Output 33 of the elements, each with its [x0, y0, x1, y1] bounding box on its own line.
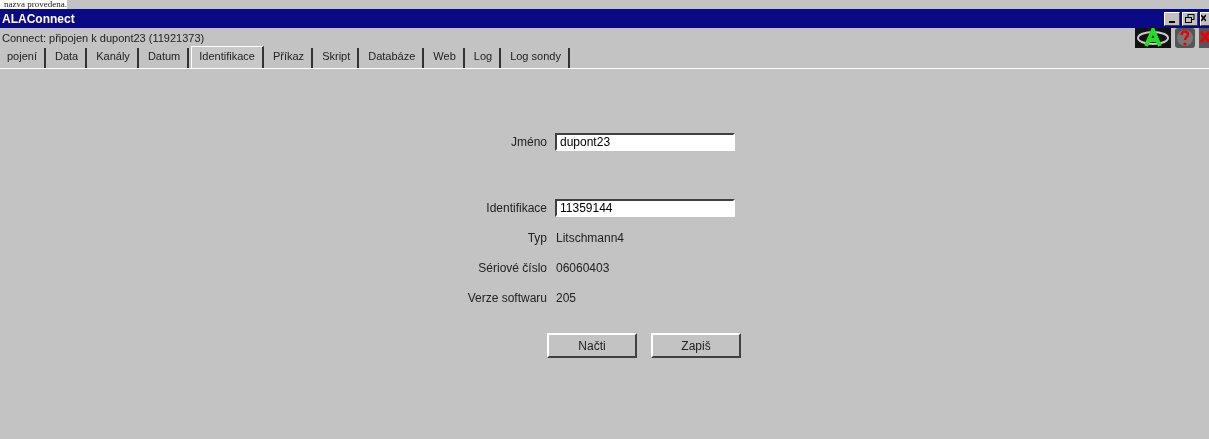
tab[interactable]: Identifikace — [191, 46, 264, 68]
field-label: Typ — [526, 231, 547, 245]
tab[interactable]: Skript — [315, 48, 360, 68]
tab[interactable]: Log — [466, 48, 502, 68]
action-button[interactable]: Zapiš — [651, 333, 741, 358]
field-label: Jméno — [509, 135, 547, 149]
action-button[interactable]: Načti — [547, 333, 637, 358]
close-icon — [1201, 13, 1206, 24]
text-field[interactable]: 11359144 — [555, 199, 735, 217]
field-value: 06060403 — [556, 261, 610, 275]
minimize-icon — [1169, 20, 1175, 23]
tab[interactable]: Kanály — [89, 48, 139, 68]
minimize-button[interactable] — [1164, 11, 1180, 26]
window-title: ALAConnect — [1, 11, 75, 26]
tab[interactable]: pojení — [0, 48, 46, 68]
logo-icon[interactable] — [1135, 28, 1171, 48]
page-caption: nazva provedena. — [0, 0, 67, 9]
tab[interactable]: Web — [426, 48, 465, 68]
close-button[interactable] — [1200, 11, 1209, 26]
text-field[interactable]: dupont23 — [555, 133, 735, 151]
restore-icon — [1185, 13, 1195, 24]
tab[interactable]: Databáze — [361, 48, 425, 68]
field-value: Litschmann4 — [556, 231, 625, 245]
tab[interactable]: Log sondy — [503, 48, 570, 68]
tab[interactable]: Příkaz — [265, 48, 314, 68]
field-label: Verze softwaru — [466, 291, 547, 305]
connection-status: Connect: připojen k dupont23 (11921373) — [1, 32, 205, 44]
field-value: 205 — [556, 291, 577, 305]
tab[interactable]: Data — [48, 48, 88, 68]
field-label: Identifikace — [485, 201, 547, 215]
field-label: Sériové číslo — [477, 261, 547, 275]
restore-button[interactable] — [1182, 11, 1198, 26]
tab[interactable]: Datum — [140, 48, 190, 68]
